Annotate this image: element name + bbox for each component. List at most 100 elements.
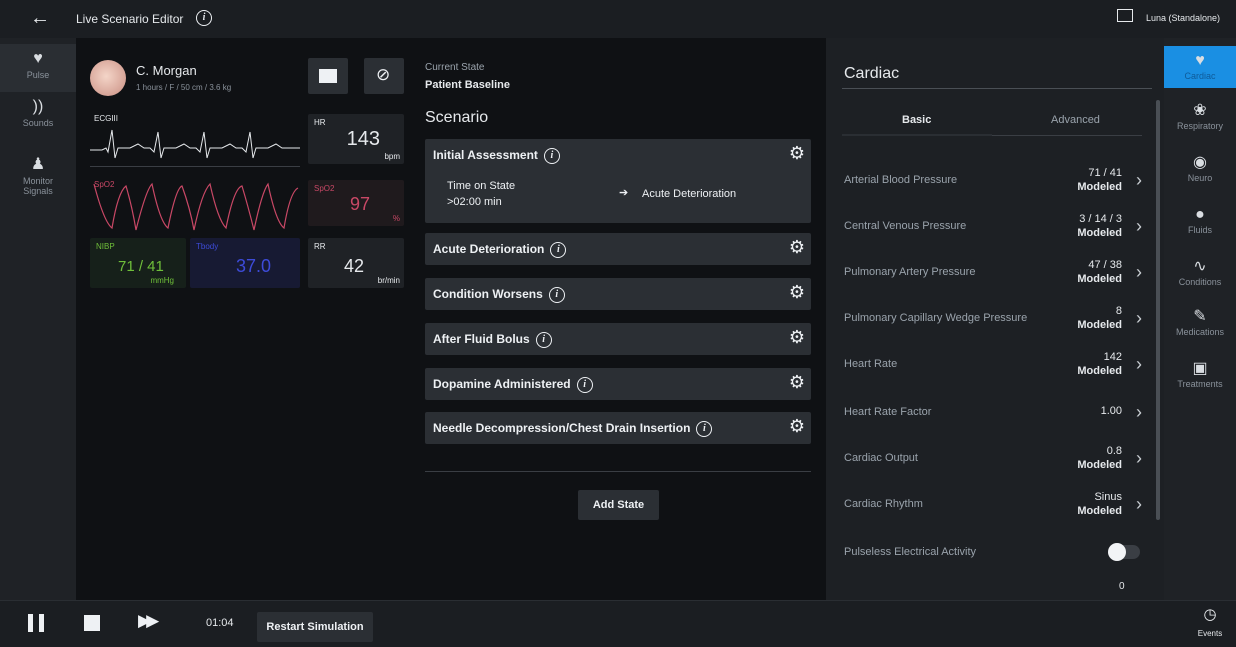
pea-toggle[interactable] [1108,543,1140,561]
rnav-item-respiratory[interactable]: ❀ Respiratory [1164,100,1236,140]
stop-icon[interactable] [84,615,100,631]
state-card[interactable]: Acute Deterioration i ⚙ [425,233,811,265]
param-row-pcwp[interactable]: Pulmonary Capillary Wedge Pressure 8 Mode… [842,298,1152,344]
temp-value: 37.0 [236,256,272,276]
rnav-item-medications[interactable]: ✎ Medications [1164,306,1236,346]
info-icon[interactable]: i [576,377,593,393]
droplet-icon: ● [1195,206,1205,223]
state-card[interactable]: Initial Assessment i ⚙ Time on State >02:… [425,139,811,223]
settings-gear-icon[interactable]: ⚙ [789,143,805,164]
rnav-item-fluids[interactable]: ● Fluids [1164,206,1236,246]
chevron-right-icon[interactable]: › [1136,216,1142,237]
info-icon[interactable]: i [696,421,713,437]
tabs-underline [992,135,1142,136]
pause-icon[interactable] [28,614,44,632]
nibp-box: NIBP 71 / 41 mmHg [90,238,186,288]
rr-unit: br/min [377,276,400,285]
events-label: Events [1197,629,1223,638]
alarm-off-icon: ⊘ [376,65,391,84]
monitor-layout-button[interactable] [308,58,348,94]
nav-item-pulse[interactable]: ♥ Pulse [0,44,76,92]
rnav-label: Cardiac [1184,71,1216,81]
param-mode: Modeled [1077,319,1122,331]
param-row-hr-factor[interactable]: Heart Rate Factor 1.00 › [842,392,1152,438]
info-icon[interactable]: i [196,10,212,26]
param-row-cardiac-output[interactable]: Cardiac Output 0.8 Modeled › [842,438,1152,484]
back-arrow-icon[interactable]: ← [30,7,50,30]
info-icon[interactable]: i [548,287,565,303]
settings-gear-icon[interactable]: ⚙ [789,282,805,303]
user-label[interactable]: Luna (Standalone) [1146,13,1220,23]
presentation-icon[interactable] [1117,9,1133,22]
restart-simulation-button[interactable]: Restart Simulation [257,612,373,642]
param-value: 71 / 41 Modeled [1077,166,1122,194]
current-state-label: Current State [425,62,485,73]
rnav-item-neuro[interactable]: ◉ Neuro [1164,152,1236,192]
settings-gear-icon[interactable]: ⚙ [789,327,805,348]
param-value: 142 Modeled [1077,350,1122,378]
state-card[interactable]: Dopamine Administered i ⚙ [425,368,811,400]
info-icon[interactable]: i [550,242,567,258]
param-number: 71 / 41 [1088,167,1122,179]
rnav-label: Medications [1175,327,1225,337]
chevron-right-icon[interactable]: › [1136,448,1142,469]
rnav-item-conditions[interactable]: ∿ Conditions [1164,256,1236,296]
state-card[interactable]: Needle Decompression/Chest Drain Inserti… [425,412,811,444]
state-card[interactable]: Condition Worsens i ⚙ [425,278,811,310]
time-on-state-value: >02:00 min [447,196,502,208]
nav-item-monitor-signals[interactable]: ♟ Monitor Signals [0,154,76,200]
chevron-right-icon[interactable]: › [1136,170,1142,191]
chevron-right-icon[interactable]: › [1136,402,1142,423]
temp-box: Tbody 37.0 [190,238,300,288]
settings-gear-icon[interactable]: ⚙ [789,416,805,437]
patient-name: C. Morgan [136,63,197,78]
state-name: Condition Worsens [433,287,543,302]
param-row-cardiac-rhythm[interactable]: Cardiac Rhythm Sinus Modeled › [842,484,1152,530]
transition-target[interactable]: Acute Deterioration [642,188,736,200]
param-number: Sinus [1094,491,1122,503]
state-name: Dopamine Administered [433,377,571,392]
hr-label: HR [314,118,326,127]
param-row-arterial-bp[interactable]: Arterial Blood Pressure 71 / 41 Modeled › [842,160,1152,206]
rnav-item-cardiac[interactable]: ♥ Cardiac [1164,46,1236,88]
cut-off-value: 0 [1119,581,1125,592]
rnav-label: Fluids [1187,225,1212,235]
rnav-item-treatments[interactable]: ▣ Treatments [1164,358,1236,398]
chevron-right-icon[interactable]: › [1136,494,1142,515]
param-name: Pulmonary Artery Pressure [844,266,976,278]
rr-box: RR 42 br/min [308,238,404,288]
layout-icon [319,69,337,83]
param-name: Cardiac Output [844,452,918,464]
medical-kit-icon: ▣ [1192,360,1208,377]
state-card[interactable]: After Fluid Bolus i ⚙ [425,323,811,355]
chevron-right-icon[interactable]: › [1136,354,1142,375]
settings-gear-icon[interactable]: ⚙ [789,237,805,258]
events-button[interactable]: ◷ Events [1184,605,1236,645]
nav-item-sounds[interactable]: )) Sounds [0,98,76,140]
spo2-unit: % [392,214,400,223]
param-row-heart-rate[interactable]: Heart Rate 142 Modeled › [842,344,1152,390]
tab-basic[interactable]: Basic [902,114,931,126]
chevron-right-icon[interactable]: › [1136,308,1142,329]
state-name: Needle Decompression/Chest Drain Inserti… [433,421,691,436]
fast-forward-icon[interactable]: ▶▶ [138,611,159,631]
scenario-divider [425,471,811,472]
top-bar: ← Live Scenario Editor i Luna (Standalon… [0,0,1236,39]
tab-advanced[interactable]: Advanced [1051,114,1100,126]
state-title-wrap: Dopamine Administered i [433,377,593,393]
settings-gear-icon[interactable]: ⚙ [789,372,805,393]
state-title-wrap: Needle Decompression/Chest Drain Inserti… [433,421,713,437]
param-name: Heart Rate [844,358,898,370]
info-icon[interactable]: i [535,332,552,348]
cardiac-scrollbar[interactable] [1156,100,1160,520]
param-number: 47 / 38 [1088,259,1122,271]
add-state-button[interactable]: Add State [578,490,659,520]
rnav-label: Neuro [1187,173,1213,183]
sim-time: 01:04 [206,617,234,629]
chevron-right-icon[interactable]: › [1136,262,1142,283]
param-row-pap[interactable]: Pulmonary Artery Pressure 47 / 38 Modeled… [842,252,1152,298]
param-row-cvp[interactable]: Central Venous Pressure 3 / 14 / 3 Modele… [842,206,1152,252]
brain-icon: ◉ [1193,154,1207,171]
info-icon[interactable]: i [543,148,560,164]
mute-alarm-button[interactable]: ⊘ [364,58,404,94]
